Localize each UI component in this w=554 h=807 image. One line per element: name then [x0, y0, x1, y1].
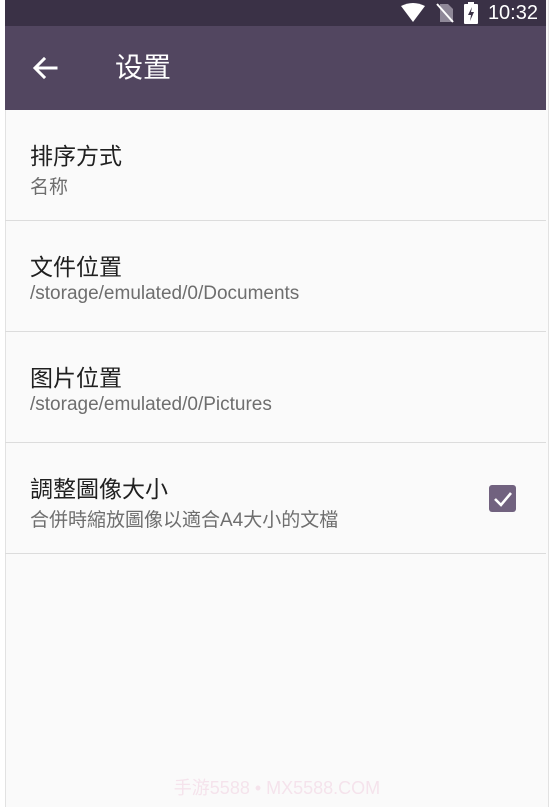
pref-summary: /storage/emulated/0/Documents [30, 283, 300, 304]
checkmark-icon [493, 491, 512, 507]
pref-title: 調整圖像大小 [30, 477, 168, 503]
watermark: 手游5588 • MX5588.COM [173, 778, 381, 798]
pref-summary: 名称 [30, 177, 69, 198]
page-title: 设置 [115, 51, 172, 84]
arrow-left-icon [32, 56, 58, 80]
pref-summary: 合併時縮放圖像以適合A4大小的文檔 [30, 510, 339, 531]
pref-summary: /storage/emulated/0/Pictures [30, 394, 272, 415]
pref-title: 排序方式 [30, 144, 122, 170]
app-bar: 设置 [5, 26, 546, 110]
pref-file-location[interactable]: 文件位置 /storage/emulated/0/Documents [5, 221, 546, 332]
pref-sort-order[interactable]: 排序方式 名称 [5, 110, 546, 221]
pref-title: 图片位置 [30, 366, 122, 392]
wifi-icon [400, 3, 426, 23]
pref-image-location[interactable]: 图片位置 /storage/emulated/0/Pictures [5, 332, 546, 443]
status-icons: 10:32 [400, 0, 538, 26]
resize-image-checkbox[interactable] [489, 485, 516, 512]
no-sim-icon [436, 3, 454, 23]
status-bar: 10:32 [5, 0, 546, 26]
battery-charging-icon [463, 2, 478, 24]
status-time: 10:32 [487, 2, 538, 24]
device-edge-right [548, 0, 554, 807]
pref-resize-image[interactable]: 調整圖像大小 合併時縮放圖像以適合A4大小的文檔 [5, 443, 546, 554]
pref-title: 文件位置 [30, 255, 122, 281]
screen: 10:32 设置 排序方式 名称 文件位置 /storage/emulated/… [0, 0, 554, 807]
back-button[interactable] [27, 50, 63, 86]
preference-list: 排序方式 名称 文件位置 /storage/emulated/0/Documen… [5, 110, 546, 554]
